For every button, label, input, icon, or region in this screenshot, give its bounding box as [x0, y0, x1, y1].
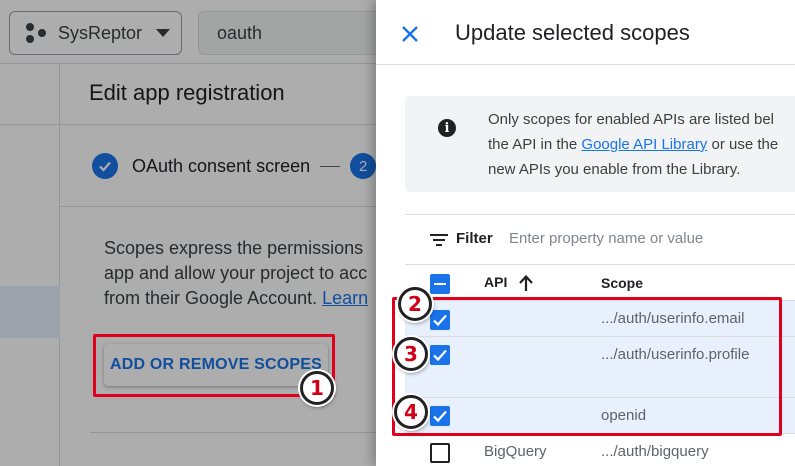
filter-bar: Filter Enter property name or value: [405, 215, 795, 265]
step-badge: 3: [394, 337, 428, 371]
close-icon[interactable]: [398, 22, 422, 46]
api-column-header[interactable]: API: [484, 274, 507, 290]
row-checkbox[interactable]: [430, 443, 450, 463]
row-scope: .../auth/bigquery: [601, 443, 709, 460]
step-badge: 4: [394, 395, 428, 429]
arrow-up-icon[interactable]: [518, 274, 534, 297]
highlight-box: [93, 334, 335, 397]
api-library-link[interactable]: Google API Library: [581, 136, 707, 153]
filter-icon[interactable]: [430, 234, 448, 246]
divider: [376, 64, 795, 65]
highlight-box: [392, 297, 782, 436]
step-badge: 2: [398, 287, 432, 321]
panel-title: Update selected scopes: [455, 20, 690, 45]
scope-column-header: Scope: [601, 275, 644, 291]
table-header: API Scope: [405, 265, 795, 301]
info-icon: i: [438, 119, 456, 137]
info-banner: i Only scopes for enabled APIs are liste…: [405, 96, 795, 192]
filter-label: Filter: [456, 230, 493, 247]
row-api: BigQuery: [484, 443, 547, 460]
select-all-checkbox[interactable]: [430, 274, 450, 294]
step-badge: 1: [300, 371, 334, 405]
info-text: Only scopes for enabled APIs are listed …: [488, 111, 779, 178]
table-row[interactable]: BigQuery .../auth/bigquery: [405, 434, 795, 466]
filter-input[interactable]: Enter property name or value: [509, 230, 703, 247]
